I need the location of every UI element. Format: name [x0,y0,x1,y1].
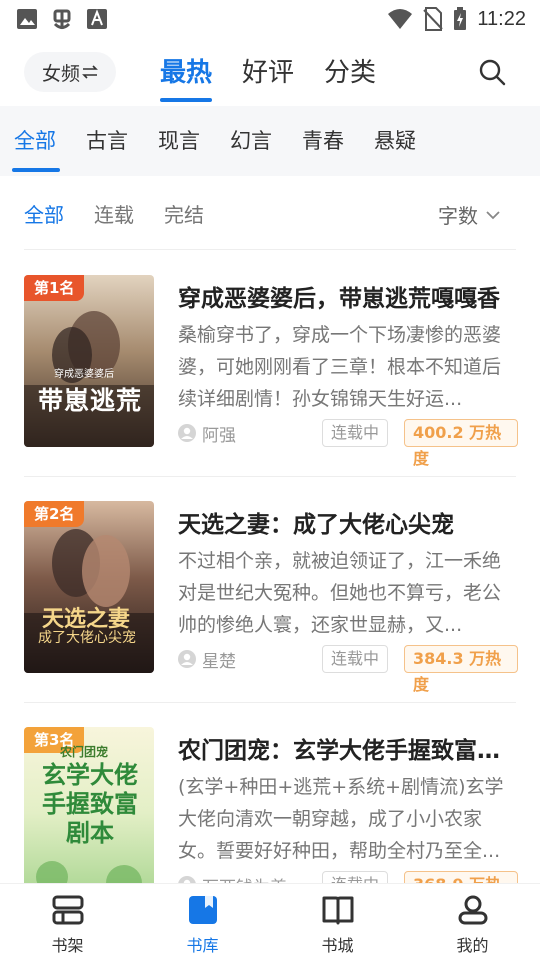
book-title[interactable]: 农门团宠：玄学大佬手握致富剧本 [178,731,514,765]
nav-profile[interactable]: 我的 [405,884,540,960]
nav-bookstore[interactable]: 书城 [270,884,405,960]
library-icon [188,896,217,924]
sort-dropdown[interactable]: 字数 [438,200,500,229]
cover-title: 带崽逃荒 [38,386,143,415]
author-name: 阿强 [202,425,236,446]
nav-library-label: 书库 [186,936,219,955]
tab-hottest[interactable]: 最热 [160,46,213,102]
heat-tag: 400.2 万热度 [404,419,518,468]
avatar-icon [178,876,196,883]
chevron-down-icon [486,210,500,219]
status-tag: 连载中 [322,419,389,447]
book-card[interactable]: 第2名 天选之妻 成了大佬心尖宠 天选之妻：成了大佬心尖宠 不过相个亲，就被迫领… [24,501,518,694]
book-cover[interactable]: 第3名 农门团宠 玄学大佬手握致富剧本 [24,727,154,883]
author-name: 星楚 [202,651,236,672]
filter-all[interactable]: 全部 [24,199,64,228]
divider [24,702,516,703]
status-tag: 连载中 [322,871,389,883]
rank-badge: 第1名 [24,275,85,301]
swap-icon [82,65,98,79]
rank-badge: 第2名 [24,501,85,527]
author: 阿强 [178,421,236,446]
cover-subtitle: 穿成恶婆婆后 [54,369,114,380]
tab-categories[interactable]: 分类 [324,46,376,96]
book-description: (玄学+种田+逃荒+系统+剧情流)玄学大佬向清欢一朝穿越，成了小小农家女。誓要好… [178,776,504,862]
book-title[interactable]: 天选之妻：成了大佬心尖宠 [178,505,514,539]
genre-tab-all[interactable]: 全部 [12,106,86,176]
cover-subtitle: 农门团宠 [60,745,109,759]
genre-tab-youth[interactable]: 青春 [302,106,374,176]
bookshelf-icon [52,895,83,925]
search-icon[interactable] [478,58,506,86]
channel-switch-button[interactable]: 女频 [24,52,116,92]
top-header: 女频 最热 好评 分类 [0,38,540,106]
no-sim-icon [423,7,444,31]
genre-tab-mystery[interactable]: 悬疑 [374,106,446,176]
battery-charging-icon [454,7,467,30]
bug-icon [53,9,71,29]
nav-bookshelf-label: 书架 [51,936,84,955]
book-cover[interactable]: 第1名 穿成恶婆婆后 带崽逃荒 [24,275,154,447]
filter-row: 全部 连载 完结 字数 [0,176,540,250]
genre-tab-modern[interactable]: 现言 [158,106,230,176]
nav-library[interactable]: 书库 [135,884,270,960]
divider [24,476,516,477]
nav-bookstore-label: 书城 [321,936,354,955]
book-cover[interactable]: 第2名 天选之妻 成了大佬心尖宠 [24,501,154,673]
channel-label: 女频 [41,62,80,85]
author-name: 万两钱为姜 [202,873,287,884]
book-card[interactable]: 第1名 穿成恶婆婆后 带崽逃荒 穿成恶婆婆后，带崽逃荒嘎嘎香 桑榆穿书了，穿成一… [24,275,518,468]
cover-title: 玄学大佬手握致富剧本 [42,761,138,847]
book-title[interactable]: 穿成恶婆婆后，带崽逃荒嘎嘎香 [178,279,514,313]
genre-tab-ancient[interactable]: 古言 [86,106,158,176]
image-icon [17,9,37,29]
bookstore-icon [322,896,353,925]
book-description: 桑榆穿书了，穿成一个下场凄惨的恶婆婆，可她刚刚看了三章！根本不知道后续详细剧情！… [178,324,502,410]
profile-icon [458,895,487,925]
author: 星楚 [178,647,236,672]
sort-label: 字数 [438,204,478,228]
author: 万两钱为姜 [178,873,287,884]
heat-tag: 368.9 万热度 [404,871,518,883]
nav-bookshelf[interactable]: 书架 [0,884,135,960]
tab-top-rated[interactable]: 好评 [242,46,294,96]
status-bar: 11:22 [0,0,540,38]
book-list: 第1名 穿成恶婆婆后 带崽逃荒 穿成恶婆婆后，带崽逃荒嘎嘎香 桑榆穿书了，穿成一… [0,250,540,883]
status-tag: 连载中 [322,645,389,673]
heat-tag: 384.3 万热度 [404,645,518,694]
font-icon [87,9,107,29]
book-meta: 万两钱为姜 连载中 368.9 万热度 [178,871,518,883]
book-meta: 阿强 连载中 400.2 万热度 [178,419,518,468]
clock: 11:22 [477,7,526,30]
book-description: 不过相个亲，就被迫领证了，江一禾绝对是世纪大冤种。但她也不算亏，老公帅的惨绝人寰… [178,550,502,636]
bottom-nav: 书架 书库 书城 我的 [0,883,540,960]
filter-serializing[interactable]: 连载 [94,199,134,228]
avatar-icon [178,650,196,668]
filter-completed[interactable]: 完结 [164,199,204,228]
avatar-icon [178,424,196,442]
book-card[interactable]: 第3名 农门团宠 玄学大佬手握致富剧本 农门团宠：玄学大佬手握致富剧本 (玄学+… [24,727,518,883]
book-meta: 星楚 连载中 384.3 万热度 [178,645,518,694]
main-tabs: 最热 好评 分类 [160,46,376,102]
genre-tab-fantasy[interactable]: 幻言 [230,106,302,176]
genre-tabs: 全部 古言 现言 幻言 青春 悬疑 [0,106,540,176]
cover-subtitle: 成了大佬心尖宠 [38,630,136,646]
nav-profile-label: 我的 [456,936,489,955]
wifi-icon [388,9,413,29]
